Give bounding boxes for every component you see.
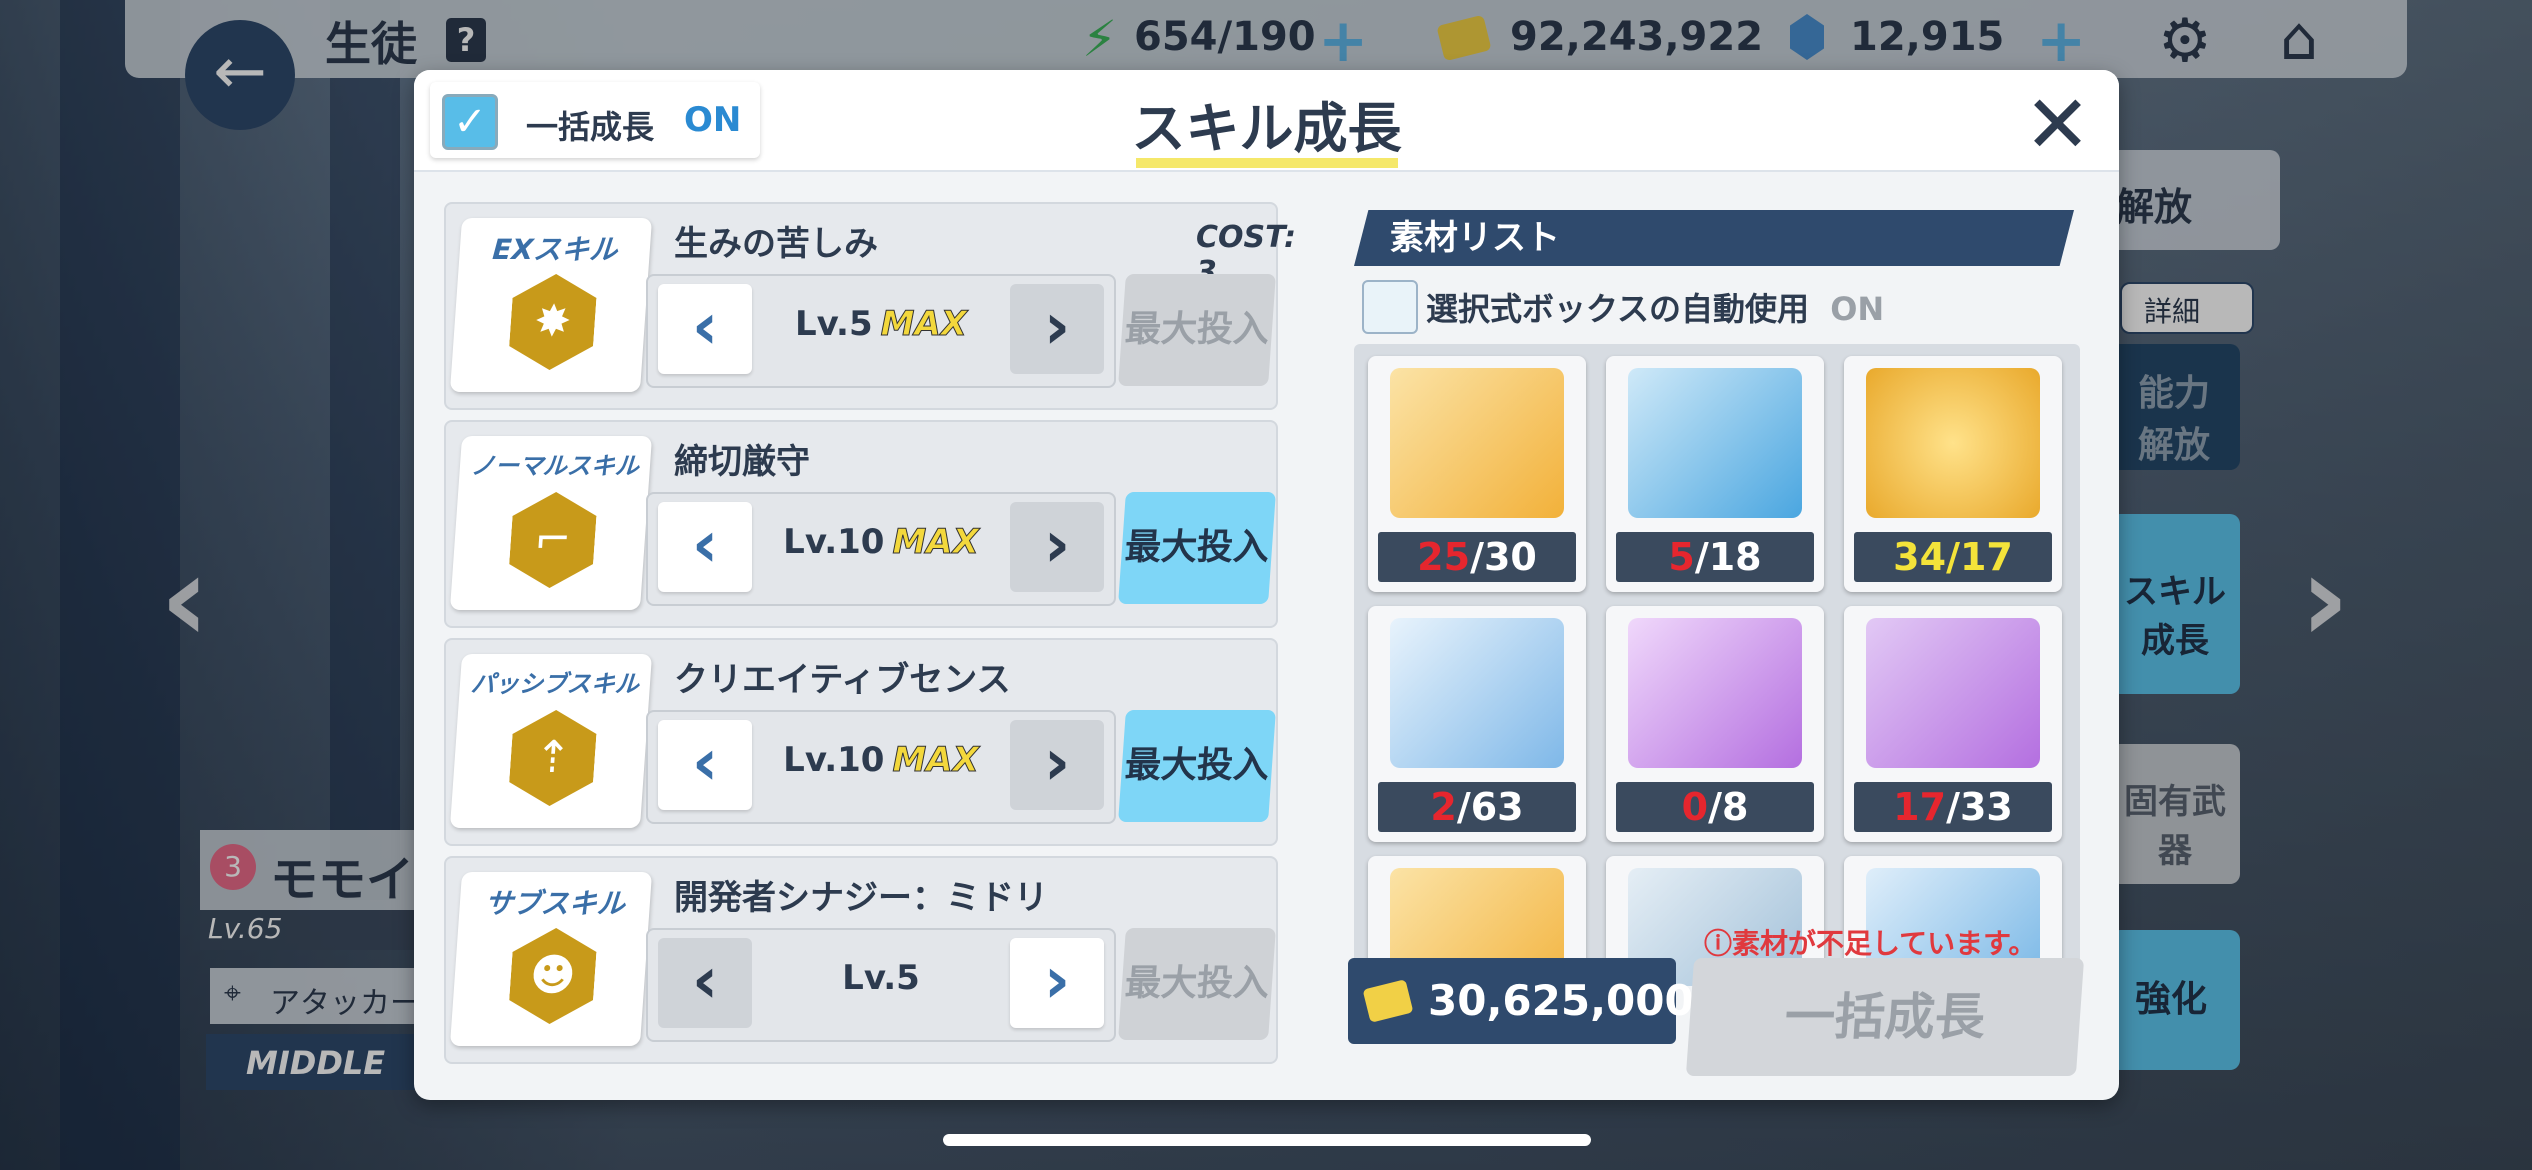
skill-row-ex: EXスキル ✸ 生みの苦しみ COST: 3 ‹ Lv.5 MAX › 最大投入 <box>444 202 1296 410</box>
material-need: /17 <box>1946 535 2013 579</box>
max-input-button[interactable]: 最大投入 <box>1118 492 1276 604</box>
material-item[interactable]: 2/63 <box>1368 606 1586 842</box>
max-input-button[interactable]: 最大投入 <box>1118 274 1276 386</box>
level-down-button[interactable]: ‹ <box>658 720 752 810</box>
material-item[interactable]: 25/30 <box>1368 356 1586 592</box>
character-icon: ☻ <box>507 928 598 1024</box>
level-selector: ‹ Lv.10 MAX › <box>646 710 1116 824</box>
material-item[interactable]: 0/8 <box>1606 606 1824 842</box>
cost-label: COST <box>1196 220 1284 255</box>
material-item[interactable]: 5/18 <box>1606 356 1824 592</box>
level-selector: ‹ Lv.5 › <box>646 928 1116 1042</box>
max-badge: MAX <box>892 522 979 563</box>
artifact-box-icon <box>1866 618 2040 768</box>
bulk-growth-button[interactable]: 一括成長 <box>1685 958 2085 1076</box>
level-selector: ‹ Lv.5 MAX › <box>646 274 1116 388</box>
skill-level: Lv.10 <box>783 740 885 780</box>
level-display: Lv.5 <box>752 958 1010 998</box>
level-display: Lv.10 MAX <box>752 522 1010 563</box>
burst-icon: ✸ <box>507 274 598 370</box>
material-have: 17 <box>1893 785 1947 829</box>
level-up-button[interactable]: › <box>1010 938 1104 1028</box>
ex-disc-purple-icon <box>1628 618 1802 768</box>
ex-disc-blue-icon <box>1628 368 1802 518</box>
level-display: Lv.10 MAX <box>752 740 1010 781</box>
material-have: 34 <box>1893 535 1947 579</box>
material-count: 2/63 <box>1378 782 1576 832</box>
level-down-button[interactable]: ‹ <box>658 938 752 1028</box>
skill-row-normal: ノーマルスキル ⌐ 締切厳守 ‹ Lv.10 MAX › 最大投入 <box>444 420 1278 628</box>
auto-box-checkbox[interactable] <box>1362 280 1418 334</box>
shortage-warning: ⓘ素材が不足しています。 <box>1704 922 2036 962</box>
skill-type-label: EXスキル <box>491 233 619 266</box>
material-count: 0/8 <box>1616 782 1814 832</box>
dialog-title: スキル成長 <box>1131 97 1402 160</box>
skill-level: Lv.5 <box>842 958 920 998</box>
warning-icon: ⓘ <box>1704 927 1733 960</box>
material-need: /18 <box>1694 535 1762 579</box>
auto-box-label: 選択式ボックスの自動使用 ON <box>1426 284 1884 330</box>
auto-box-state: ON <box>1830 290 1885 328</box>
material-have: 25 <box>1417 535 1471 579</box>
level-up-button[interactable]: › <box>1010 720 1104 810</box>
skill-growth-dialog: ✓ 一括成長 ON スキル成長 ✕ EXスキル ✸ 生みの苦しみ COST: 3… <box>414 70 2119 1100</box>
title-underline <box>1136 158 1398 168</box>
skill-card[interactable]: ノーマルスキル ⌐ <box>449 436 653 610</box>
material-count: 25/30 <box>1378 532 1576 582</box>
skill-card[interactable]: パッシブスキル ⇡ <box>449 654 653 828</box>
skill-name: 生みの苦しみ <box>674 224 878 264</box>
skill-level: Lv.5 <box>794 304 873 344</box>
level-selector: ‹ Lv.10 MAX › <box>646 492 1116 606</box>
level-up-button[interactable]: › <box>1010 502 1104 592</box>
artifact-gear-icon <box>1866 368 2040 518</box>
material-have: 0 <box>1681 785 1709 829</box>
skill-type-label: パッシブスキル <box>470 670 640 698</box>
material-have: 2 <box>1430 785 1457 829</box>
level-display: Lv.5 MAX <box>752 304 1010 345</box>
skill-card[interactable]: EXスキル ✸ <box>449 218 653 392</box>
max-badge: MAX <box>892 740 979 781</box>
max-input-button[interactable]: 最大投入 <box>1118 928 1276 1040</box>
material-need: /30 <box>1470 535 1537 579</box>
skill-row-sub: サブスキル ☻ 開発者シナジー：ミドリ ‹ Lv.5 › 最大投入 <box>444 856 1278 1064</box>
skill-level: Lv.10 <box>783 522 885 562</box>
material-count: 5/18 <box>1616 532 1814 582</box>
max-input-button[interactable]: 最大投入 <box>1118 710 1276 822</box>
artifact-ring-icon <box>1390 618 1564 768</box>
material-need: /63 <box>1456 785 1524 829</box>
level-up-button[interactable]: › <box>1010 284 1104 374</box>
home-indicator[interactable] <box>943 1134 1591 1146</box>
material-need: /33 <box>1946 785 2013 829</box>
material-need: /8 <box>1708 785 1749 829</box>
auto-box-text: 選択式ボックスの自動使用 <box>1426 290 1810 328</box>
total-cost: 30,625,000 <box>1348 958 1694 1044</box>
total-cost-value: 30,625,000 <box>1428 976 1694 1025</box>
max-badge: MAX <box>880 304 967 345</box>
close-icon[interactable]: ✕ <box>2024 78 2091 171</box>
gun-up-icon: ⇡ <box>507 710 598 806</box>
skill-name: 締切厳守 <box>674 442 810 482</box>
material-item[interactable]: 34/17 <box>1844 356 2062 592</box>
warning-text: 素材が不足しています。 <box>1732 927 2037 960</box>
material-count: 17/33 <box>1854 782 2052 832</box>
skill-type-label: サブスキル <box>483 887 627 920</box>
skill-type-label: ノーマルスキル <box>470 452 640 480</box>
level-down-button[interactable]: ‹ <box>658 284 752 374</box>
material-have: 5 <box>1668 535 1695 579</box>
skill-row-passive: パッシブスキル ⇡ クリエイティブセンス ‹ Lv.10 MAX › 最大投入 <box>444 638 1278 846</box>
skill-name: クリエイティブセンス <box>674 660 1011 700</box>
skill-card[interactable]: サブスキル ☻ <box>449 872 653 1046</box>
gun-icon: ⌐ <box>507 492 598 588</box>
material-grid: 25/30 5/18 34/17 2/63 0/8 17/33 <box>1354 344 2080 986</box>
credit-icon <box>1362 979 1414 1023</box>
material-item[interactable]: 17/33 <box>1844 606 2062 842</box>
level-down-button[interactable]: ‹ <box>658 502 752 592</box>
ex-disc-gold-icon <box>1390 368 1564 518</box>
material-list-header: 素材リスト <box>1354 210 2074 266</box>
material-count: 34/17 <box>1854 532 2052 582</box>
skill-name: 開発者シナジー：ミドリ <box>674 878 1048 918</box>
